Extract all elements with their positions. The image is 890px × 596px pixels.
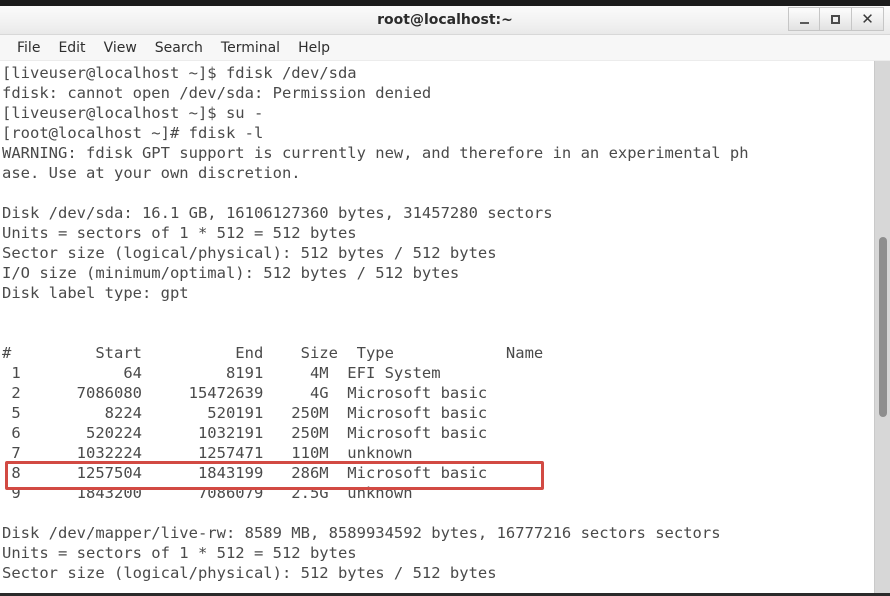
partition-row-6: 6 520224 1032191 250M Microsoft basic: [2, 424, 488, 442]
terminal-line: [root@localhost ~]# fdisk -l: [2, 124, 264, 142]
terminal-line: [liveuser@localhost ~]$ fdisk /dev/sda: [2, 64, 357, 82]
terminal-line: [liveuser@localhost ~]$ su -: [2, 104, 264, 122]
terminal-output-area[interactable]: [liveuser@localhost ~]$ fdisk /dev/sda f…: [0, 61, 890, 594]
menu-item-terminal[interactable]: Terminal: [212, 38, 289, 58]
terminal-line: ase. Use at your own discretion.: [2, 164, 301, 182]
terminal-line: Disk /dev/mapper/live-rw: 8589 MB, 85899…: [2, 524, 721, 542]
partition-row-9: 9 1843200 7086079 2.5G unknown: [2, 484, 413, 502]
vertical-scrollbar[interactable]: [874, 61, 890, 594]
terminal-text: [liveuser@localhost ~]$ fdisk /dev/sda f…: [2, 63, 874, 583]
close-icon: ✕: [861, 9, 874, 28]
terminal-line: Sector size (logical/physical): 512 byte…: [2, 564, 497, 582]
partition-row-5: 5 8224 520191 250M Microsoft basic: [2, 404, 488, 422]
terminal-line: WARNING: fdisk GPT support is currently …: [2, 144, 749, 162]
partition-row-1: 1 64 8191 4M EFI System: [2, 364, 441, 382]
terminal-line: I/O size (minimum/optimal): 512 bytes / …: [2, 264, 460, 282]
partition-row-7: 7 1032224 1257471 110M unknown: [2, 444, 413, 462]
terminal-line: Units = sectors of 1 * 512 = 512 bytes: [2, 544, 357, 562]
minimize-icon: [799, 21, 809, 24]
partition-row-2: 2 7086080 15472639 4G Microsoft basic: [2, 384, 488, 402]
terminal-line: fdisk: cannot open /dev/sda: Permission …: [2, 84, 432, 102]
maximize-icon: [831, 14, 840, 24]
menu-item-view[interactable]: View: [95, 38, 146, 58]
window-controls: ✕: [788, 7, 884, 33]
terminal-line: Sector size (logical/physical): 512 byte…: [2, 244, 497, 262]
menu-item-help[interactable]: Help: [289, 38, 339, 58]
partition-row-8: 8 1257504 1843199 286M Microsoft basic: [2, 464, 488, 482]
scrollbar-thumb[interactable]: [879, 237, 887, 417]
menu-item-edit[interactable]: Edit: [49, 38, 94, 58]
menu-item-search[interactable]: Search: [146, 38, 212, 58]
menubar: File Edit View Search Terminal Help: [0, 35, 890, 61]
close-button[interactable]: ✕: [852, 7, 884, 31]
terminal-line: Disk /dev/sda: 16.1 GB, 16106127360 byte…: [2, 204, 553, 222]
titlebar[interactable]: root@localhost:~ ✕: [0, 6, 890, 35]
window-title: root@localhost:~: [377, 12, 513, 28]
terminal-window: root@localhost:~ ✕ File Edit View Search…: [0, 0, 890, 596]
minimize-button[interactable]: [788, 7, 820, 31]
maximize-button[interactable]: [820, 7, 852, 31]
menu-item-file[interactable]: File: [8, 38, 49, 58]
partition-table-header: # Start End Size Type Name: [2, 344, 544, 362]
terminal-line: Disk label type: gpt: [2, 284, 189, 302]
terminal-line: Units = sectors of 1 * 512 = 512 bytes: [2, 224, 357, 242]
